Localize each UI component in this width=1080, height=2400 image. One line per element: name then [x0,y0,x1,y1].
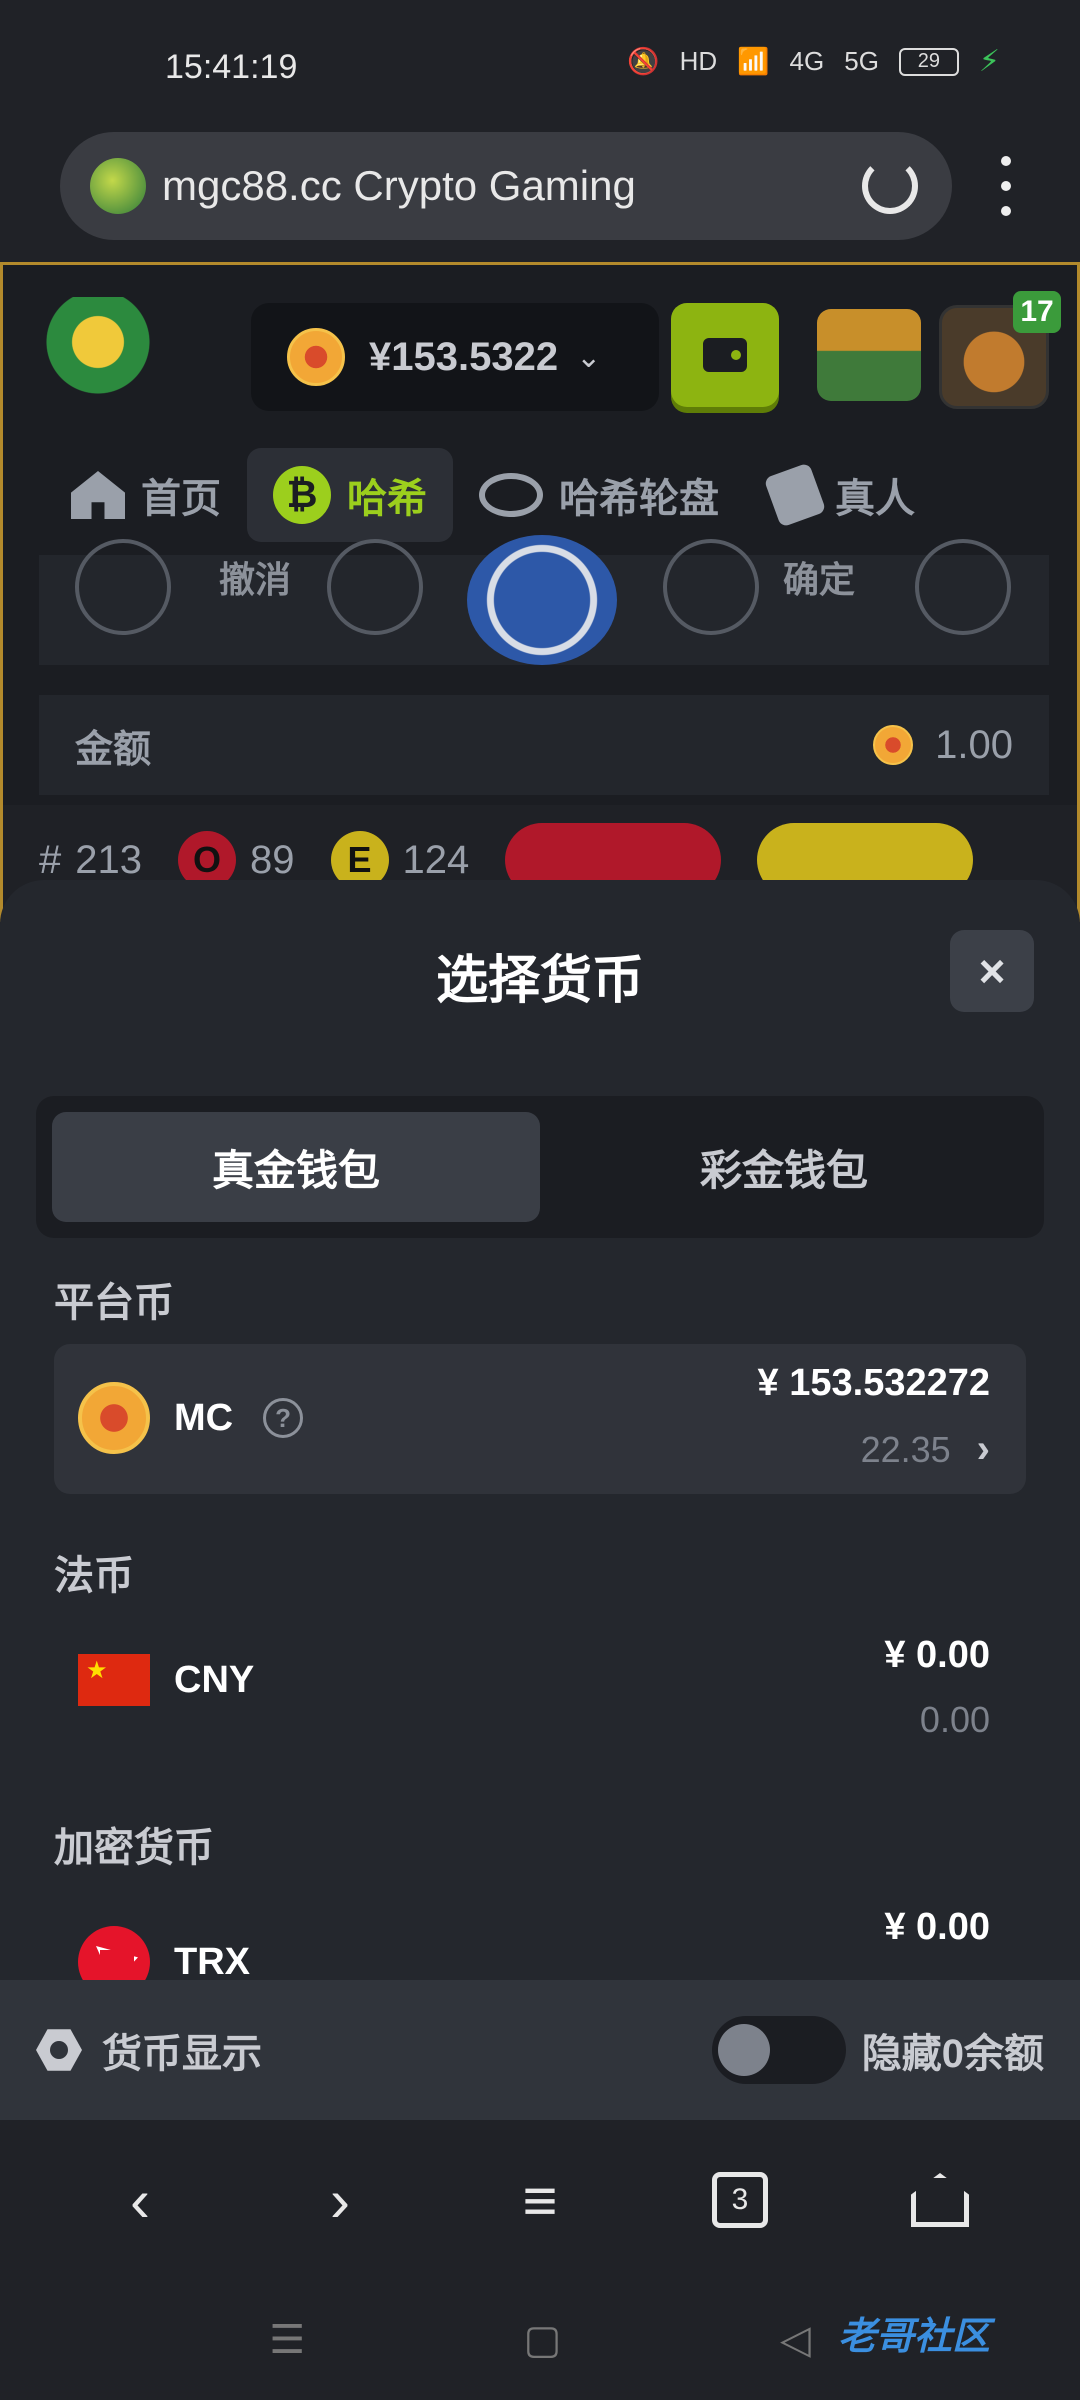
currency-sub-amount: 0.00 [919,1699,990,1740]
signal-5g-label: 5G [844,46,879,76]
section-fiat: 法币 [54,1554,134,1598]
home-icon [71,471,125,519]
amount-row[interactable]: 金额 1.00 [39,695,1049,795]
status-bar: 15:41:19 🔕 HD 📶 4G 5G 29 ⚡ [0,0,1080,130]
charging-icon: ⚡ [978,45,1000,78]
cards-icon [763,462,827,528]
url-text[interactable]: mgc88.cc Crypto Gaming [162,162,636,210]
home-icon [911,2173,969,2227]
mute-icon: 🔕 [627,46,660,76]
browser-menu-icon[interactable] [996,156,1016,216]
even-count: 124 [402,837,470,882]
currency-code: MC [174,1396,234,1439]
bet-chip[interactable] [467,535,617,665]
odd-count: 89 [250,837,295,882]
chevron-down-icon: ⌄ [576,340,602,374]
currency-amount: ¥ 0.00 [884,1906,990,1948]
roulette-icon [479,473,543,517]
currency-row-mc[interactable]: MC ? ¥ 153.532272 22.35 › [54,1344,1026,1494]
currency-code: TRX [174,1940,250,1981]
site-header: ¥153.5322 ⌄ 17 [3,265,1077,415]
confirm-label[interactable]: 确定 [783,551,855,603]
hide-zero-toggle[interactable] [711,2016,846,2084]
tab-hash[interactable]: ₿ 哈希 [247,448,453,542]
balance-selector[interactable]: ¥153.5322 ⌄ [251,303,659,411]
site-page: ¥153.5322 ⌄ 17 首页 ₿ 哈希 哈希轮盘 真人 撤消 确定 金额 … [0,262,1080,922]
hash-symbol: # [39,837,62,882]
tab-home-label: 首页 [141,477,221,521]
sheet-footer: 货币显示 隐藏0余额 [0,1980,1080,2120]
forward-icon[interactable]: › [280,2166,400,2235]
tab-bonus-wallet[interactable]: 彩金钱包 [540,1112,1028,1222]
chevron-right-icon: › [976,1427,990,1471]
currency-sub-amount: 22.35 [860,1428,951,1470]
treasure-chest-icon[interactable] [817,309,921,401]
mc-coin-icon [78,1382,150,1454]
section-crypto: 加密货币 [54,1826,214,1870]
site-nav-tabs: 首页 ₿ 哈希 哈希轮盘 真人 [3,445,1077,545]
balance-value: ¥153.5322 [369,334,559,379]
address-bar[interactable]: mgc88.cc Crypto Gaming [60,132,952,240]
back-icon[interactable]: ‹ [80,2166,200,2235]
recent-apps-icon[interactable]: ☰ [269,2317,305,2363]
sheet-title: 选择货币 [435,952,644,1010]
tab-real-wallet[interactable]: 真金钱包 [52,1112,540,1222]
currency-row-cny[interactable]: CNY ¥ 0.00 0.00 [54,1616,1026,1766]
currency-code: CNY [174,1658,255,1701]
clock: 15:41:19 [165,48,298,86]
hd-icon: HD [679,46,718,76]
chip-stack-icon[interactable] [75,539,171,635]
wallet-button[interactable] [671,303,779,407]
help-icon[interactable]: ? [263,1398,304,1438]
site-logo[interactable] [33,297,163,397]
undo-label[interactable]: 撤消 [219,551,291,603]
currency-amount: ¥ 153.532272 [757,1362,990,1404]
menu-lines-icon[interactable]: ≡ [480,2166,600,2235]
china-flag-icon [78,1654,150,1706]
currency-display-label: 货币显示 [102,2032,262,2076]
settings-hex-icon [36,2029,82,2071]
tabs-button[interactable]: 3 [680,2172,800,2228]
amount-value: 1.00 [935,722,1013,767]
tab-live-label: 真人 [835,477,915,521]
wallet-icon [703,338,747,372]
hide-zero-label: 隐藏0余额 [861,2032,1044,2076]
tab-hash-roulette-label: 哈希轮盘 [559,477,719,521]
currency-amount: ¥ 0.00 [884,1634,990,1676]
section-platform: 平台币 [54,1281,174,1325]
system-home-icon[interactable]: ▢ [524,2317,562,2363]
confirm-icon[interactable] [663,539,759,635]
menu-icon[interactable] [915,539,1011,635]
level-badge: 17 [1013,291,1061,333]
tab-count: 3 [712,2172,768,2228]
bet-controls: 撤消 确定 [39,535,1049,665]
amount-label: 金额 [75,728,152,771]
browser-toolbar: ‹ › ≡ 3 [0,2120,1080,2280]
wifi-icon: 📶 [737,46,770,76]
status-icons: 🔕 HD 📶 4G 5G 29 ⚡ [627,44,1000,79]
watermark: 老哥社区 [838,2315,991,2358]
tron-icon [78,1926,150,1980]
reload-icon[interactable] [862,158,918,214]
tab-hash-roulette[interactable]: 哈希轮盘 [453,448,745,542]
wallet-tabs: 真金钱包 彩金钱包 [36,1096,1044,1238]
home-button[interactable] [880,2173,1000,2227]
tab-live[interactable]: 真人 [745,448,941,542]
round-number: 213 [75,837,142,882]
tab-hash-label: 哈希 [347,477,427,521]
currency-sheet: 选择货币 × 真金钱包 彩金钱包 平台币 MC ? ¥ 153.532272 2… [0,880,1080,1980]
site-favicon-icon [90,158,146,214]
signal-4g-label: 4G [789,46,825,76]
mc-coin-icon [873,725,914,765]
close-button[interactable]: × [950,930,1034,1012]
undo-icon[interactable] [327,539,423,635]
currency-display-setting[interactable]: 货币显示 [36,2021,262,2079]
system-back-icon[interactable]: ◁ [780,2317,811,2363]
battery-icon: 29 [898,47,959,76]
bitcoin-icon: ₿ [273,466,331,524]
tab-home[interactable]: 首页 [45,448,247,542]
mc-coin-icon [287,328,345,386]
currency-row-trx[interactable]: TRX ¥ 0.00 [54,1888,1026,1980]
